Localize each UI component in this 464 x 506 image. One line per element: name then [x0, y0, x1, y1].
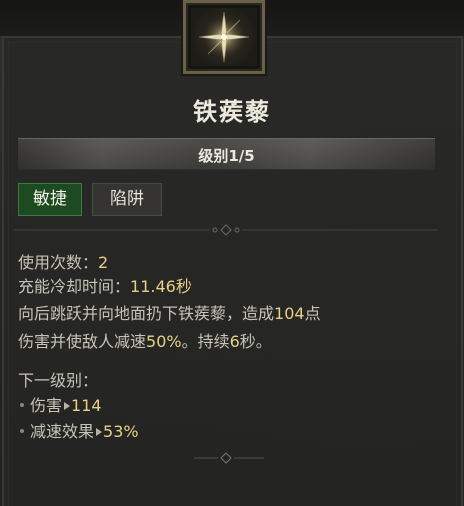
next-level-item-value: 53% — [103, 422, 139, 441]
caltrop-star-icon — [191, 8, 257, 66]
skill-icon-frame — [183, 0, 265, 74]
next-level-item: 减速效果 53% — [18, 418, 139, 442]
description-text: 点 — [304, 304, 321, 323]
charges-label: 使用次数： — [18, 253, 99, 272]
next-level-title: 下一级别： — [18, 371, 99, 390]
next-level-item-label: 伤害 — [30, 396, 63, 415]
charges-line: 使用次数：2 — [18, 249, 108, 273]
description-line-2: 伤害并使敌人减速50%。持续6秒。 — [18, 328, 272, 352]
arrow-right-icon — [96, 427, 103, 436]
next-level-item-value: 114 — [71, 396, 102, 415]
divider-bottom — [14, 452, 438, 464]
cooldown-line: 充能冷却时间：11.46秒 — [18, 273, 192, 297]
tag-trap[interactable]: 陷阱 — [92, 183, 162, 216]
tag-agility[interactable]: 敏捷 — [18, 183, 82, 216]
description-damage: 104 — [274, 304, 305, 323]
description-line-1: 向后跳跃并向地面扔下铁蒺藜，造成104点 — [18, 300, 321, 324]
divider-top — [14, 224, 438, 236]
next-level-item-label: 减速效果 — [30, 422, 95, 441]
cooldown-unit: 秒 — [175, 277, 192, 296]
description-slow: 50% — [146, 332, 182, 351]
description-text: 伤害并使敌人减速 — [18, 332, 147, 351]
cooldown-value: 11.46 — [130, 277, 176, 296]
bullet-icon — [20, 428, 24, 433]
skill-level: 级别1/5 — [198, 147, 255, 165]
arrow-right-icon — [64, 401, 71, 410]
charges-value: 2 — [98, 253, 109, 272]
next-level-item: 伤害 114 — [18, 392, 102, 416]
description-duration: 6 — [229, 332, 240, 351]
bullet-icon — [20, 402, 24, 407]
description-text: 向后跳跃并向地面扔下铁蒺藜，造成 — [18, 304, 275, 323]
cooldown-label: 充能冷却时间： — [18, 277, 131, 296]
description-text: 。持续 — [181, 332, 230, 351]
skill-name: 铁蒺藜 — [193, 98, 271, 126]
level-bar: 级别1/5 — [18, 138, 435, 170]
description-text: 秒。 — [239, 332, 272, 351]
skill-tooltip: 铁蒺藜 级别1/5 敏捷 陷阱 使用次数：2 充能冷却时间：11.46秒 向后跳… — [0, 0, 464, 506]
